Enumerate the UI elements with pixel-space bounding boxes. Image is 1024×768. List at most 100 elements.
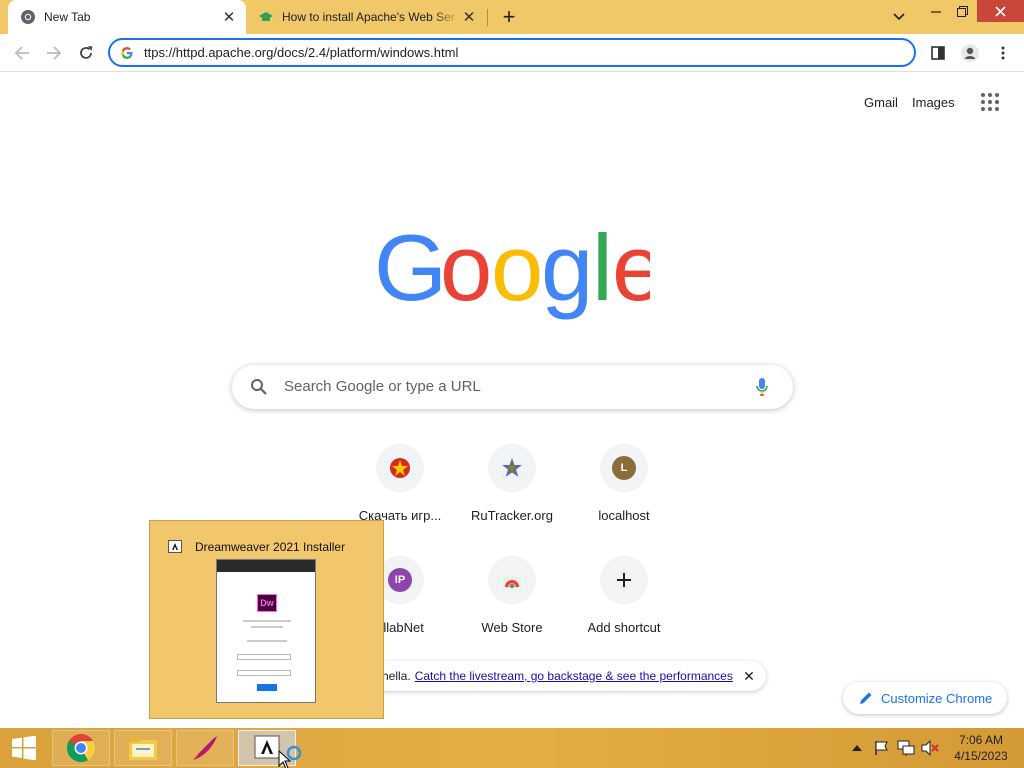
- logo-letter: e: [612, 222, 650, 320]
- windows-taskbar: 7:06 AM 4/15/2023: [0, 728, 1024, 768]
- kebab-menu-icon: [1001, 46, 1005, 60]
- rutracker-icon: [502, 458, 522, 477]
- tab-strip: New Tab ✕ How to install Apache's Web Se…: [0, 0, 1024, 34]
- chrome-icon: [67, 734, 95, 762]
- reload-icon: [80, 46, 93, 59]
- thumbnail-titlebar: [217, 560, 315, 572]
- google-apps-icon[interactable]: [980, 92, 1000, 112]
- customize-chrome-button[interactable]: Customize Chrome: [843, 682, 1007, 714]
- system-clock[interactable]: 7:06 AM 4/15/2023: [946, 732, 1016, 764]
- thumb-text-line: [243, 620, 291, 622]
- shortcut-icon-circle: [488, 556, 536, 604]
- promo-link[interactable]: Catch the livestream, go backstage & see…: [415, 669, 733, 683]
- side-panel-icon: [931, 46, 945, 60]
- side-panel-button[interactable]: [925, 40, 951, 66]
- gmail-link[interactable]: Gmail: [864, 95, 898, 110]
- taskbar-chrome[interactable]: [52, 730, 110, 766]
- network-icon[interactable]: [897, 738, 915, 758]
- shortcut-icon-circle: [488, 444, 536, 492]
- profile-button[interactable]: [957, 40, 983, 66]
- address-bar[interactable]: ttps://httpd.apache.org/docs/2.4/platfor…: [108, 38, 916, 67]
- shortcut-label: Web Store: [481, 620, 543, 635]
- close-window-button[interactable]: [977, 0, 1024, 22]
- thumb-continue-button: [257, 684, 277, 691]
- promo-banner: hella. Catch the livestream, go backstag…: [370, 661, 766, 691]
- taskbar-thumbnail-preview[interactable]: Dreamweaver 2021 Installer Dw: [149, 520, 384, 719]
- url-text[interactable]: ttps://httpd.apache.org/docs/2.4/platfor…: [144, 45, 458, 60]
- dreamweaver-logo: Dw: [257, 594, 277, 612]
- plus-icon: [617, 573, 631, 587]
- google-g-icon: [121, 46, 133, 59]
- volume-muted-icon[interactable]: [921, 738, 939, 758]
- graduation-cap-icon: [259, 12, 273, 21]
- logo-letter: G: [374, 222, 447, 320]
- taskbar-apache[interactable]: [176, 730, 234, 766]
- reload-button[interactable]: [73, 40, 99, 66]
- forward-arrow-icon: [47, 46, 62, 60]
- close-tab-icon[interactable]: ✕: [460, 8, 478, 26]
- shortcut-tile[interactable]: L localhost: [568, 444, 680, 544]
- action-center-flag-icon[interactable]: [873, 738, 891, 758]
- close-promo-icon[interactable]: ✕: [740, 667, 758, 685]
- logo-letter: l: [592, 222, 613, 320]
- thumb-field: [237, 670, 291, 676]
- shortcut-label: RuTracker.org: [471, 508, 553, 523]
- taskbar-file-explorer[interactable]: [114, 730, 172, 766]
- show-hidden-icons-chevron-icon[interactable]: [848, 738, 866, 758]
- shortcut-tile[interactable]: Web Store: [456, 556, 568, 656]
- promo-text: hella.: [382, 669, 411, 683]
- installer-thumbnail: Dw: [216, 559, 316, 703]
- close-tab-icon[interactable]: ✕: [220, 8, 238, 26]
- chrome-menu-button[interactable]: [990, 40, 1016, 66]
- thumb-field: [237, 654, 291, 660]
- search-box[interactable]: Search Google or type a URL: [232, 365, 793, 409]
- shortcut-icon-circle: [600, 556, 648, 604]
- shortcut-tile[interactable]: RuTracker.org: [456, 444, 568, 544]
- tab-new-tab[interactable]: New Tab ✕: [8, 0, 246, 34]
- browser-toolbar: ttps://httpd.apache.org/docs/2.4/platfor…: [0, 34, 1024, 72]
- thumb-text-line: [251, 626, 283, 628]
- screen: New Tab ✕ How to install Apache's Web Se…: [0, 0, 1024, 768]
- forward-button[interactable]: [41, 40, 67, 66]
- apache-feather-icon: [193, 736, 217, 760]
- back-arrow-icon: [14, 46, 29, 60]
- pencil-icon: [860, 692, 872, 704]
- tab-title: New Tab: [44, 10, 91, 24]
- windows-logo-icon: [12, 735, 36, 761]
- red-star-icon: [390, 458, 410, 478]
- microphone-icon[interactable]: [755, 377, 769, 397]
- add-shortcut-tile[interactable]: Add shortcut: [568, 556, 680, 656]
- images-link[interactable]: Images: [912, 95, 955, 110]
- logo-letter: o: [440, 222, 492, 320]
- webstore-icon: [503, 578, 521, 589]
- shortcut-icon-circle: [376, 444, 424, 492]
- letter-avatar: IP: [388, 568, 412, 592]
- search-placeholder[interactable]: Search Google or type a URL: [284, 378, 481, 395]
- letter-avatar: L: [612, 456, 636, 480]
- shortcut-label: Add shortcut: [587, 620, 661, 635]
- back-button[interactable]: [9, 40, 35, 66]
- start-button[interactable]: [0, 728, 48, 768]
- profile-avatar-icon: [961, 44, 979, 62]
- chrome-icon: [21, 10, 35, 24]
- search-icon: [251, 379, 267, 395]
- adobe-installer-icon: [168, 540, 182, 553]
- shortcut-icon-circle: L: [600, 444, 648, 492]
- tab-search-chevron-icon[interactable]: [889, 7, 909, 27]
- preview-title: Dreamweaver 2021 Installer: [195, 540, 346, 554]
- tab-title: How to install Apache's Web Ser: [282, 10, 455, 24]
- clock-date: 4/15/2023: [954, 749, 1008, 763]
- logo-letter: o: [491, 222, 543, 320]
- restore-button[interactable]: [947, 0, 977, 22]
- mouse-cursor-icon: [278, 750, 292, 768]
- google-logo: G o o g l e: [374, 222, 650, 320]
- clock-time: 7:06 AM: [958, 733, 1004, 747]
- shortcut-label: localhost: [598, 508, 650, 523]
- customize-chrome-label: Customize Chrome: [881, 690, 993, 706]
- folder-icon: [129, 737, 157, 760]
- logo-letter: g: [541, 222, 593, 320]
- tab-separator: [487, 9, 488, 26]
- new-tab-button[interactable]: +: [497, 4, 521, 29]
- thumb-text-line: [247, 640, 287, 642]
- tab-apache-guide[interactable]: How to install Apache's Web Ser ✕: [250, 0, 486, 34]
